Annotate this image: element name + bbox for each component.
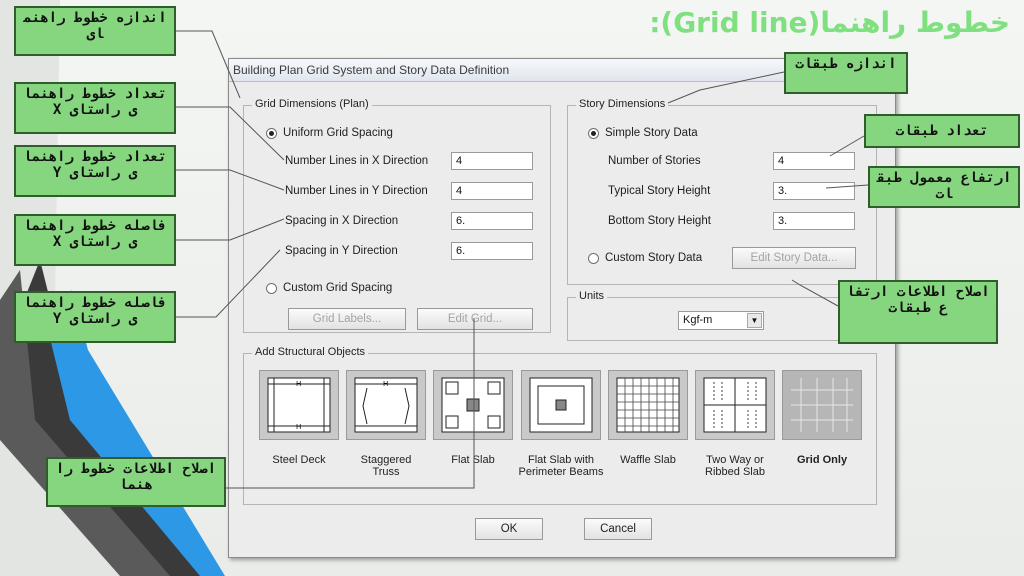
note-y-spacing: فاصله خطوط راهنمای راستای Y	[14, 291, 176, 343]
note-grid-size: اندازه خطوط راهنمای	[14, 6, 176, 56]
note-x-spacing: فاصله خطوط راهنمای راستای X	[14, 214, 176, 266]
note-edit-story: اصلاح اطلاعات ارتفاع طبقات	[838, 280, 998, 344]
note-edit-grid: اصلاح اطلاعات خطوط راهنما	[46, 457, 226, 507]
note-typical-height: ارتفاع معمول طبقات	[868, 166, 1020, 208]
note-num-stories: تعداد طبقات	[864, 114, 1020, 148]
note-story-size: اندازه طبقات	[784, 52, 908, 94]
note-x-count: تعداد خطوط راهنمای راستای X	[14, 82, 176, 134]
note-y-count: تعداد خطوط راهنمای راستای Y	[14, 145, 176, 197]
